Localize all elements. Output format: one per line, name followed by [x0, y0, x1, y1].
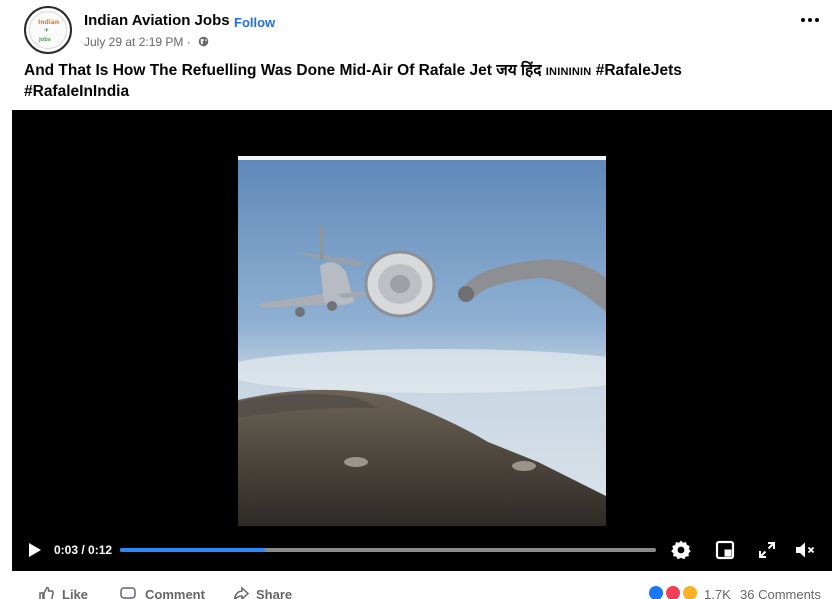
- comment-button[interactable]: Comment: [145, 587, 205, 599]
- video-player[interactable]: 0:03 / 0:12: [12, 110, 832, 571]
- like-button[interactable]: Like: [62, 587, 88, 599]
- video-frame[interactable]: [238, 156, 606, 526]
- post-header: Indian ✈ Jobs Indian Aviation Jobs · Fol…: [0, 0, 833, 58]
- caption-flags: ININININ: [545, 66, 592, 78]
- avatar-logo-plane: ✈: [44, 27, 50, 34]
- picture-in-picture-icon[interactable]: [714, 539, 736, 561]
- name-separator: ·: [225, 12, 230, 29]
- post-timestamp[interactable]: July 29 at 2:19 PM: [84, 35, 183, 49]
- video-progress-fill: [120, 548, 265, 552]
- page-avatar[interactable]: Indian ✈ Jobs: [24, 6, 72, 54]
- page-name-link[interactable]: Indian Aviation Jobs: [84, 12, 230, 29]
- hashtag-rafaleinindia[interactable]: #RafaleInIndia: [24, 83, 129, 100]
- caption-text: And That Is How The Refuelling Was Done …: [24, 62, 546, 79]
- share-button[interactable]: Share: [256, 587, 292, 599]
- avatar-logo-text-1: Indian: [38, 19, 60, 26]
- like-reaction-icon[interactable]: [647, 584, 665, 599]
- facebook-post: Indian ✈ Jobs Indian Aviation Jobs · Fol…: [0, 0, 833, 599]
- fullscreen-icon[interactable]: [756, 539, 778, 561]
- video-controls: 0:03 / 0:12: [12, 530, 832, 571]
- speaker-muted-icon[interactable]: [794, 539, 816, 561]
- play-icon[interactable]: [28, 542, 42, 558]
- video-time: 0:03 / 0:12: [54, 543, 113, 557]
- reaction-count[interactable]: 1.7K: [704, 587, 731, 599]
- share-icon[interactable]: [233, 586, 249, 599]
- post-footer: Like Comment Share 1.7K 36 Comments: [0, 571, 833, 599]
- like-icon[interactable]: [38, 586, 54, 599]
- more-options-button[interactable]: [796, 8, 824, 32]
- globe-icon[interactable]: [198, 36, 209, 47]
- comment-icon[interactable]: [120, 586, 136, 599]
- meta-separator: ·: [186, 35, 191, 49]
- follow-button[interactable]: Follow: [234, 15, 275, 30]
- hashtag-rafalejets[interactable]: #RafaleJets: [591, 62, 682, 79]
- comment-count[interactable]: 36 Comments: [740, 587, 821, 599]
- avatar-logo-text-2: Jobs: [39, 37, 51, 43]
- video-progress-bar[interactable]: [120, 548, 656, 552]
- post-meta: July 29 at 2:19 PM ·: [84, 35, 191, 49]
- post-caption: And That Is How The Refuelling Was Done …: [24, 61, 814, 102]
- wow-reaction-icon[interactable]: [681, 584, 699, 599]
- love-reaction-icon[interactable]: [664, 584, 682, 599]
- more-horizontal-icon: [801, 18, 805, 22]
- gear-icon[interactable]: [670, 539, 692, 561]
- video-thumbnail-refuelling: [238, 156, 606, 526]
